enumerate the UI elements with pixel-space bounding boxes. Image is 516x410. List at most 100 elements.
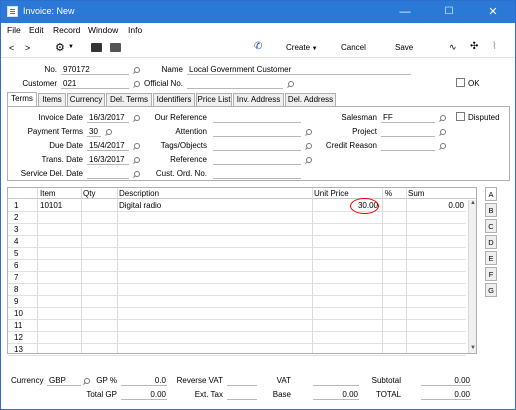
service-del-date-field[interactable] [87,168,129,179]
table-row[interactable]: 9 [8,296,466,308]
tab-terms[interactable]: Terms [7,92,37,106]
grid-scrollbar[interactable]: ▲ ▼ [468,200,476,353]
grid-tab-c[interactable]: C [485,219,497,233]
name-field[interactable]: Local Government Customer [187,64,411,75]
grid-tab-b[interactable]: B [485,203,497,217]
currency-field[interactable]: GBP [47,375,81,386]
scroll-up-icon[interactable]: ▲ [470,200,476,206]
next-record-icon[interactable]: > [25,43,30,53]
expand-icon[interactable]: ✣ [470,41,478,52]
paste-special-icon[interactable] [305,129,312,136]
tab-price-list[interactable]: Price List [196,93,232,106]
grid-tab-g[interactable]: G [485,283,497,297]
print-preview-icon[interactable] [110,43,121,52]
menu-window[interactable]: Window [88,25,118,35]
gear-icon[interactable]: ⚙ [55,41,65,54]
tab-identifiers[interactable]: Identifiers [153,93,195,106]
table-row[interactable]: 4 [8,236,466,248]
vat-field[interactable] [313,375,359,386]
paste-special-icon[interactable] [133,157,140,164]
paste-special-icon[interactable] [439,129,446,136]
paste-special-icon[interactable] [133,115,140,122]
tab-del-address[interactable]: Del. Address [285,93,336,106]
reference-field[interactable] [213,154,301,165]
paste-special-icon[interactable] [439,115,446,122]
disputed-checkbox[interactable] [456,112,465,121]
project-field[interactable] [381,126,435,137]
create-button[interactable]: Create ▼ [286,43,318,52]
chevron-down-icon[interactable]: ▼ [68,44,74,50]
sum-cell[interactable]: 0.00 [408,201,464,210]
menu-info[interactable]: Info [128,25,142,35]
paste-special-icon[interactable] [305,143,312,150]
payment-terms-field[interactable]: 30 [87,126,101,137]
tags-objects-field[interactable] [213,140,301,151]
ext-tax-field[interactable] [227,389,257,400]
save-button[interactable]: Save [395,43,413,52]
table-row[interactable]: 1 10101 Digital radio 30.00 0.00 [8,200,466,212]
description-cell[interactable]: Digital radio [119,201,309,210]
table-row[interactable]: 2 [8,212,466,224]
paste-special-icon[interactable] [305,157,312,164]
reverse-vat-field[interactable] [227,375,257,386]
table-row[interactable]: 5 [8,248,466,260]
title-bar[interactable]: Invoice: New — ☐ ✕ [1,1,515,23]
table-row[interactable]: 13 [8,344,466,356]
ok-checkbox[interactable] [456,78,465,87]
grid-tab-d[interactable]: D [485,235,497,249]
grid-tab-f[interactable]: F [485,267,497,281]
our-reference-label: Our Reference [154,113,207,122]
menu-record[interactable]: Record [53,25,80,35]
paste-special-icon[interactable] [83,378,90,385]
menu-edit[interactable]: Edit [29,25,44,35]
paste-special-icon[interactable] [133,67,140,74]
invoice-date-field[interactable]: 16/3/2017 [87,112,129,123]
cancel-button[interactable]: Cancel [341,43,366,52]
total-gp-field[interactable]: 0.00 [121,389,167,400]
paste-special-icon[interactable] [105,129,112,136]
previous-record-icon[interactable]: < [9,43,14,53]
cust-ord-no-field[interactable] [213,168,301,179]
base-field[interactable]: 0.00 [313,389,359,400]
menu-file[interactable]: File [7,25,21,35]
paste-special-icon[interactable] [287,81,294,88]
credit-reason-field[interactable] [381,140,435,151]
table-row[interactable]: 6 [8,260,466,272]
scroll-down-icon[interactable]: ▼ [470,345,476,351]
tab-currency[interactable]: Currency [67,93,105,106]
maximize-button[interactable]: ☐ [427,1,471,23]
attention-field[interactable] [213,126,301,137]
tab-items[interactable]: Items [38,93,66,106]
paste-special-icon[interactable] [133,143,140,150]
table-row[interactable]: 12 [8,332,466,344]
due-date-field[interactable]: 15/4/2017 [87,140,129,151]
attachment-icon[interactable]: ⌇ [492,41,497,52]
no-field[interactable]: 970172 [61,64,129,75]
table-row[interactable]: 11 [8,320,466,332]
minimize-button[interactable]: — [383,1,427,23]
print-icon[interactable] [91,43,102,52]
table-row[interactable]: 3 [8,224,466,236]
paste-special-icon[interactable] [133,171,140,178]
grid-tab-a[interactable]: A [485,187,497,201]
paste-special-icon[interactable] [439,143,446,150]
table-row[interactable]: 7 [8,272,466,284]
activity-icon[interactable]: ∿ [449,42,457,53]
our-reference-field[interactable] [213,112,301,123]
customer-field[interactable]: 021 [61,78,129,89]
tab-inv-address[interactable]: Inv. Address [233,93,284,106]
paste-special-icon[interactable] [133,81,140,88]
total-field[interactable]: 0.00 [421,389,471,400]
phone-icon[interactable]: ✆ [254,41,262,52]
trans-date-field[interactable]: 16/3/2017 [87,154,129,165]
official-no-field[interactable] [187,78,283,89]
close-button[interactable]: ✕ [471,1,515,23]
salesman-field[interactable]: FF [381,112,435,123]
tab-del-terms[interactable]: Del. Terms [106,93,152,106]
gp-percent-field[interactable]: 0.0 [121,375,167,386]
table-row[interactable]: 10 [8,308,466,320]
grid-tab-e[interactable]: E [485,251,497,265]
item-cell[interactable]: 10101 [40,201,80,210]
table-row[interactable]: 8 [8,284,466,296]
subtotal-field[interactable]: 0.00 [421,375,471,386]
